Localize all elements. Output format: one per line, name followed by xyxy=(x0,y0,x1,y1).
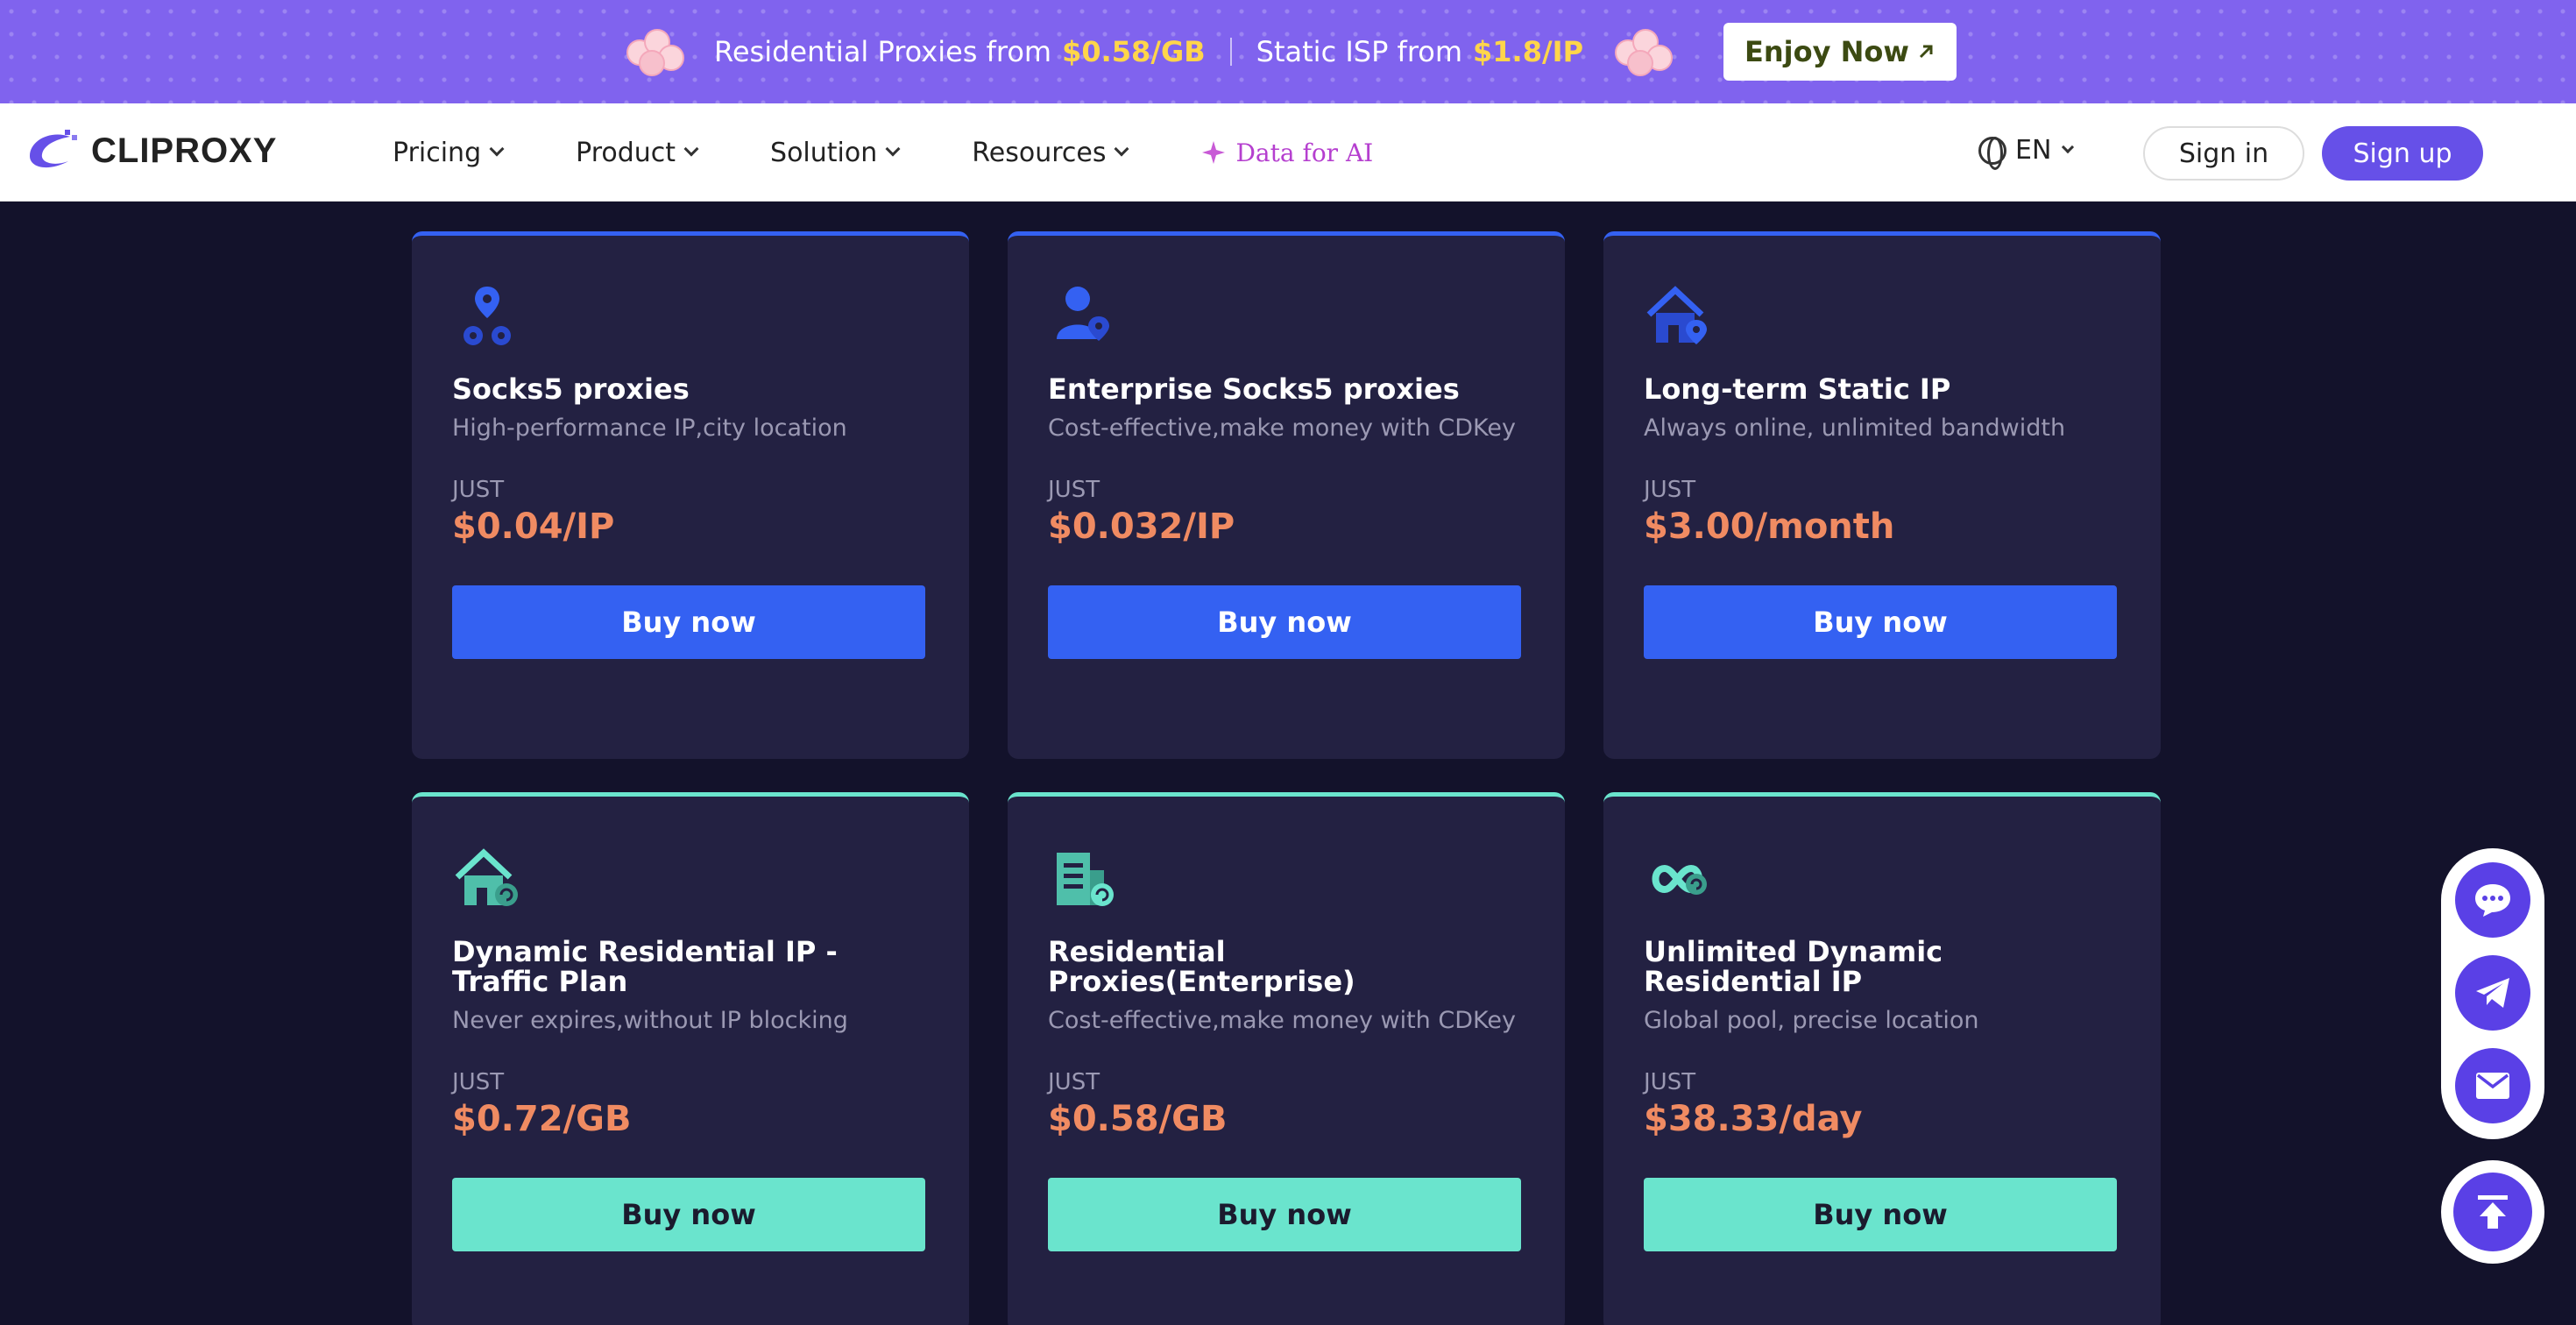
language-label: EN xyxy=(2015,135,2052,166)
back-to-top-button[interactable] xyxy=(2441,1160,2544,1264)
menu-data-for-ai[interactable]: Data for AI xyxy=(1200,138,1373,167)
chat-icon xyxy=(2475,884,2510,917)
card-subtitle: Global pool, precise location xyxy=(1644,1007,1979,1034)
buy-now-button[interactable]: Buy now xyxy=(452,1178,925,1251)
main-menu: Pricing Product Solution Resources Data … xyxy=(393,103,1373,202)
enjoy-now-label: Enjoy Now xyxy=(1744,35,1909,68)
buy-now-button[interactable]: Buy now xyxy=(1644,1178,2117,1251)
card-title: Socks5 proxies xyxy=(452,372,690,406)
card-just-label: JUST xyxy=(1644,1069,1696,1095)
promo-price-2: $1.8/IP xyxy=(1473,35,1584,68)
card-just-label: JUST xyxy=(1048,1069,1100,1095)
product-card: Enterprise Socks5 proxies Cost-effective… xyxy=(1008,231,1565,759)
chevron-down-icon xyxy=(2062,140,2075,153)
promo-price-1: $0.58/GB xyxy=(1062,35,1206,68)
house-refresh-icon xyxy=(455,848,518,906)
logo-mark-icon xyxy=(30,130,77,168)
chevron-down-icon xyxy=(683,141,699,157)
card-just-label: JUST xyxy=(1644,477,1696,503)
menu-label: Pricing xyxy=(393,137,482,168)
card-subtitle: Cost-effective,make money with CDKey xyxy=(1048,1007,1516,1034)
enjoy-now-button[interactable]: Enjoy Now xyxy=(1723,23,1957,81)
chevron-down-icon xyxy=(489,141,505,157)
user-pin-icon xyxy=(1057,287,1109,341)
card-subtitle: High-performance IP,city location xyxy=(452,415,847,442)
product-card: Long-term Static IP Always online, unlim… xyxy=(1603,231,2161,759)
data-for-ai-label: Data for AI xyxy=(1235,138,1374,167)
language-selector[interactable]: EN xyxy=(1978,135,2075,170)
buy-now-button[interactable]: Buy now xyxy=(452,585,925,659)
card-just-label: JUST xyxy=(452,477,505,503)
telegram-icon xyxy=(2476,978,2509,1008)
mail-icon xyxy=(2476,1073,2509,1099)
card-price: $0.04/IP xyxy=(452,507,615,547)
infinity-refresh-icon xyxy=(1652,864,1707,895)
product-card: Dynamic Residential IP - Traffic Plan Ne… xyxy=(412,792,969,1325)
promo-text-2: Static ISP from xyxy=(1256,35,1463,68)
sign-in-button[interactable]: Sign in xyxy=(2143,126,2304,181)
building-refresh-icon xyxy=(1057,853,1114,906)
buy-now-button[interactable]: Buy now xyxy=(1048,585,1521,659)
menu-label: Resources xyxy=(972,137,1107,168)
menu-solution[interactable]: Solution xyxy=(770,137,901,168)
card-just-label: JUST xyxy=(1048,477,1100,503)
globe-icon xyxy=(1978,136,2006,170)
menu-pricing[interactable]: Pricing xyxy=(393,137,505,168)
card-title: Long-term Static IP xyxy=(1644,372,1951,406)
card-subtitle: Cost-effective,make money with CDKey xyxy=(1048,415,1516,442)
card-price: $38.33/day xyxy=(1644,1099,1863,1139)
sign-up-button[interactable]: Sign up xyxy=(2322,126,2483,181)
card-price: $0.58/GB xyxy=(1048,1099,1228,1139)
arrow-up-right-icon xyxy=(1919,45,1933,59)
product-card: Socks5 proxies High-performance IP,city … xyxy=(412,231,969,759)
logo[interactable]: CLIPROXY xyxy=(25,128,277,174)
card-price: $0.032/IP xyxy=(1048,507,1235,547)
buy-now-button[interactable]: Buy now xyxy=(1048,1178,1521,1251)
card-title: Unlimited Dynamic Residential IP xyxy=(1644,935,1943,998)
promo-divider xyxy=(1229,38,1232,66)
blossom-icon xyxy=(1608,24,1678,80)
promo-banner: Residential Proxies from $0.58/GB Static… xyxy=(0,0,2576,103)
blossom-icon xyxy=(619,24,690,80)
product-card: Unlimited Dynamic Residential IP Global … xyxy=(1603,792,2161,1325)
card-title: Dynamic Residential IP - Traffic Plan xyxy=(452,935,838,998)
card-title: Enterprise Socks5 proxies xyxy=(1048,372,1460,406)
menu-label: Solution xyxy=(770,137,878,168)
buy-now-button[interactable]: Buy now xyxy=(1644,585,2117,659)
logo-text: CLIPROXY xyxy=(91,131,278,170)
telegram-button[interactable] xyxy=(2455,955,2530,1031)
menu-product[interactable]: Product xyxy=(576,137,699,168)
promo-text-1: Residential Proxies from xyxy=(714,35,1052,68)
card-title: Residential Proxies(Enterprise) xyxy=(1048,935,1355,998)
card-just-label: JUST xyxy=(452,1069,505,1095)
menu-resources[interactable]: Resources xyxy=(972,137,1129,168)
chevron-down-icon xyxy=(1114,141,1129,157)
card-subtitle: Always online, unlimited bandwidth xyxy=(1644,415,2066,442)
chat-button[interactable] xyxy=(2455,862,2530,938)
contact-widget xyxy=(2441,848,2544,1139)
house-pin-icon xyxy=(1646,286,1707,344)
product-card: Residential Proxies(Enterprise) Cost-eff… xyxy=(1008,792,1565,1325)
card-price: $0.72/GB xyxy=(452,1099,632,1139)
chevron-down-icon xyxy=(885,141,901,157)
menu-label: Product xyxy=(576,137,676,168)
mail-button[interactable] xyxy=(2455,1048,2530,1123)
sparkle-icon xyxy=(1202,141,1226,164)
location-pins-icon xyxy=(464,287,511,345)
card-price: $3.00/month xyxy=(1644,507,1895,547)
back-to-top-icon xyxy=(2478,1195,2508,1229)
card-subtitle: Never expires,without IP blocking xyxy=(452,1007,848,1034)
